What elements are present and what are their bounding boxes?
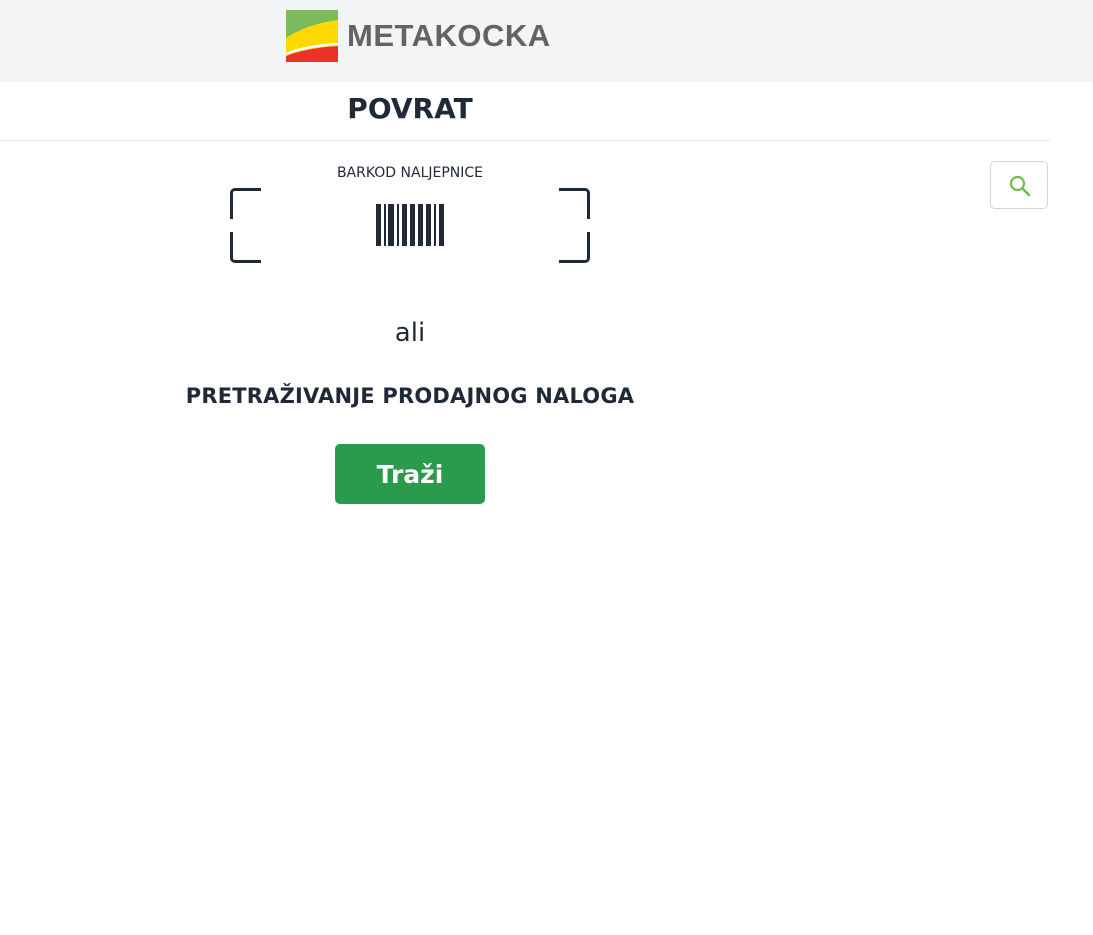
metakocka-logo-icon xyxy=(286,10,338,62)
barcode-icon xyxy=(376,204,444,246)
top-header: METAKOCKA xyxy=(0,0,1093,82)
brand-logo: METAKOCKA xyxy=(286,10,551,62)
scan-frame-corner xyxy=(559,188,590,219)
search-order-button[interactable]: Traži xyxy=(335,444,485,504)
order-search-label: PRETRAŽIVANJE PRODAJNOG NALOGA xyxy=(185,384,635,408)
search-button[interactable] xyxy=(990,161,1048,209)
barcode-scan-area[interactable] xyxy=(230,188,590,263)
scan-frame-corner xyxy=(230,188,261,219)
barcode-label: BARKOD NALJEPNICE xyxy=(336,165,484,181)
brand-name: METAKOCKA xyxy=(347,18,551,53)
page-title: POVRAT xyxy=(347,92,473,125)
title-bar: POVRAT xyxy=(0,82,1050,141)
search-icon xyxy=(1009,175,1031,197)
or-separator: ali xyxy=(394,318,426,348)
scan-frame-corner xyxy=(559,232,590,263)
scan-frame-corner xyxy=(230,232,261,263)
